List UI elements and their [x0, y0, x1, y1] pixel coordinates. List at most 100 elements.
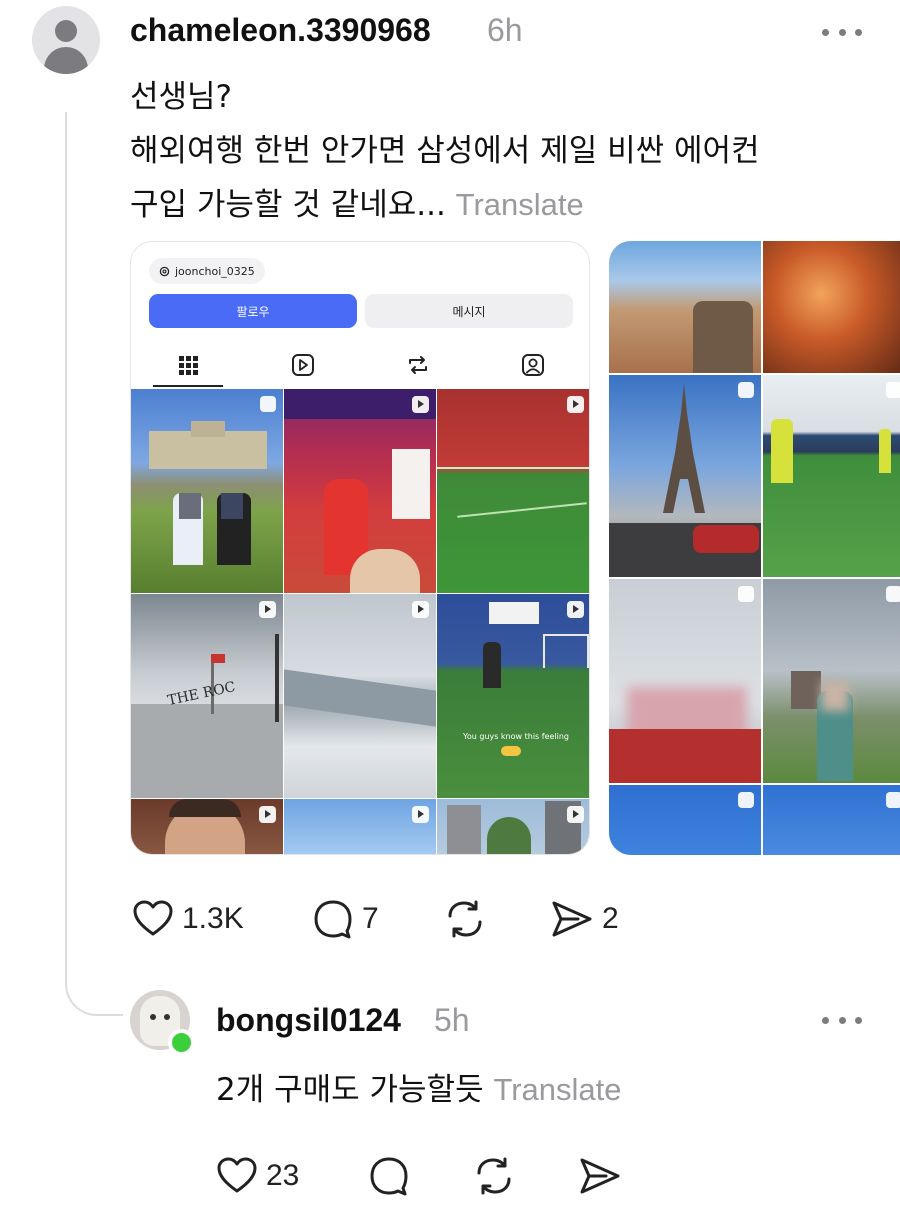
- car-shape: [693, 525, 759, 553]
- grid-tile-reel: [284, 799, 436, 854]
- post-repost-action[interactable]: [443, 898, 487, 940]
- online-status-dot: [168, 1029, 195, 1056]
- grid-tile-reel: You guys know this feeling: [437, 594, 589, 798]
- post-like-action[interactable]: 1.3K: [132, 898, 244, 940]
- reply-share-action[interactable]: [578, 1155, 622, 1197]
- post-line-3-wrap: 구입 가능할 것 같네요... Translate: [130, 178, 870, 232]
- reply-text: 2개 구매도 가능할듯: [216, 1072, 484, 1108]
- carousel-indicator-icon: [738, 792, 754, 808]
- grid-tile-blurred: [609, 579, 761, 783]
- grid-tile-sky: [763, 785, 900, 855]
- grid-tile-reel: [437, 799, 589, 854]
- reply-more-icon[interactable]: [822, 1010, 862, 1030]
- grid-tile-antelope-canyon: [763, 241, 900, 373]
- repost-tab-icon: [409, 356, 427, 374]
- reel-indicator-icon: [412, 396, 429, 413]
- heart-icon[interactable]: [216, 1155, 258, 1197]
- carousel-indicator-icon: [886, 586, 900, 602]
- carousel-indicator-icon: [886, 792, 900, 808]
- reel-indicator-icon: [259, 601, 276, 618]
- reply-repost-action[interactable]: [472, 1155, 516, 1197]
- heart-icon[interactable]: [132, 898, 174, 940]
- screen-shape: [489, 602, 539, 624]
- comment-icon[interactable]: [368, 1155, 410, 1197]
- carousel-indicator-icon: [738, 586, 754, 602]
- post-username[interactable]: chameleon.3390968: [130, 12, 431, 49]
- tower-shape: [191, 421, 225, 437]
- grid-tile-indoor-soccer: [763, 375, 900, 577]
- share-icon[interactable]: [550, 898, 594, 940]
- falls-shape: [284, 669, 436, 727]
- post-line-1: 선생님?: [130, 79, 233, 115]
- post-comment-action[interactable]: 7: [312, 898, 379, 940]
- reply-time: 5h: [434, 1002, 470, 1038]
- reply-like-count: 23: [266, 1159, 300, 1192]
- reel-indicator-icon: [259, 806, 276, 823]
- carousel-indicator-icon: [886, 382, 900, 398]
- post-more-icon[interactable]: [822, 22, 862, 42]
- reel-indicator-icon: [567, 396, 584, 413]
- reply-comment-action[interactable]: [368, 1155, 410, 1197]
- flag-shape: [211, 654, 225, 663]
- like-count: 1.3K: [182, 902, 244, 935]
- dog-eye-shape: [150, 1014, 156, 1020]
- message-button: 메시지: [365, 294, 573, 328]
- post-share-action[interactable]: 2: [550, 898, 619, 940]
- post-time: 6h: [487, 12, 523, 48]
- grid-tile-canyon: [609, 241, 761, 373]
- reel-indicator-icon: [567, 601, 584, 618]
- repost-icon[interactable]: [472, 1155, 516, 1197]
- comment-count: 7: [362, 902, 379, 935]
- attached-image-profile[interactable]: joonchoi_0325 팔로우 메시지 THE ROC You guys k…: [130, 241, 590, 855]
- reply-translate-link[interactable]: Translate: [493, 1072, 621, 1107]
- player-shape: [771, 419, 793, 483]
- post-line-2: 해외여행 한번 안가면 삼성에서 제일 비싼 에어컨: [130, 133, 760, 169]
- clothing-shape: [609, 729, 761, 783]
- banner-shape: [392, 449, 430, 519]
- repost-icon[interactable]: [443, 898, 487, 940]
- tree-shape: [487, 817, 531, 854]
- fan-shape: [350, 549, 420, 593]
- reels-icon: [292, 354, 314, 376]
- emoji-shape: [501, 746, 521, 756]
- profile-tabs: [131, 346, 589, 387]
- threads-handle-pill: joonchoi_0325: [149, 258, 265, 284]
- profile-photo-grid: THE ROC You guys know this feeling: [131, 389, 589, 854]
- reel-indicator-icon: [412, 601, 429, 618]
- carousel-indicator-icon: [260, 396, 276, 412]
- comment-icon[interactable]: [312, 898, 354, 940]
- hair-shape: [169, 799, 241, 817]
- lamp-post-shape: [275, 634, 279, 722]
- ground-shape: [131, 704, 283, 798]
- post-translate-link[interactable]: Translate: [456, 187, 584, 222]
- post-body: 선생님? 해외여행 한번 안가면 삼성에서 제일 비싼 에어컨 구입 가능할 것…: [130, 70, 870, 232]
- reply-body: 2개 구매도 가능할듯 Translate: [216, 1068, 622, 1112]
- pitch-line: [457, 502, 587, 518]
- avatar-head: [55, 20, 77, 42]
- blurred-face-shape: [821, 681, 849, 711]
- eiffel-tower-shape: [663, 383, 705, 513]
- soccer-caption-text: You guys know this feeling: [463, 732, 570, 741]
- avatar-body: [44, 47, 88, 74]
- grid-tile-chateau: [763, 579, 900, 783]
- carousel-indicator-icon: [738, 382, 754, 398]
- pitch-line: [437, 467, 589, 469]
- attached-image-photos[interactable]: [609, 241, 900, 855]
- tagged-icon: [522, 354, 544, 376]
- threads-icon: [159, 266, 170, 276]
- grid-icon: [179, 356, 198, 375]
- author-avatar[interactable]: [32, 6, 100, 74]
- reply-like-action[interactable]: 23: [216, 1155, 299, 1197]
- share-icon[interactable]: [578, 1155, 622, 1197]
- reply-username[interactable]: bongsil0124: [216, 1002, 401, 1039]
- thread-line: [65, 112, 67, 972]
- share-count: 2: [602, 902, 619, 935]
- thread-connector: [65, 958, 123, 1016]
- grid-tile-reel: THE ROC: [131, 594, 283, 798]
- player-shape: [879, 429, 891, 473]
- follow-button: 팔로우: [149, 294, 357, 328]
- grid-tile-reel: [284, 389, 436, 593]
- grid-tile-reel: [284, 594, 436, 798]
- player-shape: [483, 642, 501, 688]
- goal-shape: [543, 634, 589, 668]
